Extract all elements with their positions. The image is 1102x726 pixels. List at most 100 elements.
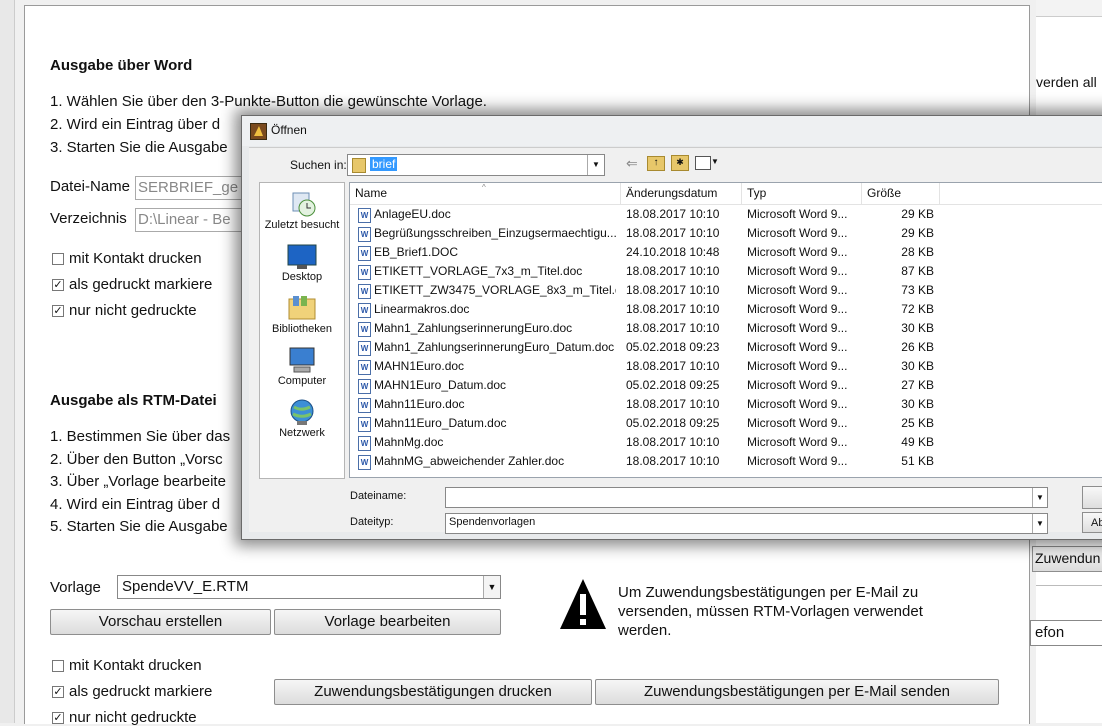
place-desktop[interactable]: Desktop [260, 241, 344, 283]
file-type: Microsoft Word 9... [747, 283, 848, 297]
file-list[interactable]: Name ^ Änderungsdatum Typ Größe W AnlageEU… [349, 182, 1102, 478]
zuwendungsbestaetigungen-email-button[interactable]: Zuwendungsbestätigungen per E-Mail sende… [595, 679, 999, 705]
chevron-down-icon[interactable]: ▼ [1032, 488, 1047, 507]
checkbox-checked[interactable]: ✓ [52, 305, 64, 318]
new-folder-icon[interactable]: ✱ [671, 155, 689, 171]
file-row[interactable]: W Mahn11Euro.doc 18.08.2017 10:10 Microsoft… [350, 395, 1102, 414]
instruction-line: 2. Über den Button „Vorsc [50, 451, 223, 468]
zuwendungsbestaetigungen-drucken-button[interactable]: Zuwendungsbestätigungen drucken [274, 679, 592, 705]
checkbox-mit-kontakt[interactable]: mit Kontakt drucken [52, 250, 202, 267]
file-row[interactable]: W MahnMg.doc 18.08.2017 10:10 Microsoft Wor… [350, 433, 1102, 452]
file-size: 30 KB [901, 397, 934, 411]
checkbox-als-gedruckt[interactable]: ✓ als gedruckt markiere [52, 276, 212, 293]
file-row[interactable]: W Mahn11Euro_Datum.doc 05.02.2018 09:25 Mic… [350, 414, 1102, 433]
file-size: 49 KB [901, 435, 934, 449]
open-button[interactable] [1082, 486, 1102, 509]
vorlage-select[interactable]: SpendeVV_E.RTM ▼ [117, 575, 501, 599]
file-rows: W AnlageEU.doc 18.08.2017 10:10 Microsoft W… [350, 205, 1102, 477]
instruction-line: 2. Wird ein Eintrag über d [50, 116, 221, 133]
dialog-titlebar[interactable]: Öffnen [242, 116, 1102, 146]
file-name: Mahn11Euro.doc [374, 397, 465, 411]
checkbox-box[interactable] [52, 660, 64, 673]
checkbox-checked[interactable]: ✓ [52, 279, 64, 292]
chevron-down-icon[interactable]: ▼ [711, 157, 719, 166]
file-type: Microsoft Word 9... [747, 454, 848, 468]
file-row[interactable]: W Mahn1_ZahlungserinnerungEuro.doc 18.08.2… [350, 319, 1102, 338]
file-row[interactable]: W ETIKETT_ZW3475_VORLAGE_8x3_m_Titel.doc 1… [350, 281, 1102, 300]
checkbox-als-gedruckt-rtm[interactable]: ✓ als gedruckt markiere [52, 683, 212, 700]
file-size: 30 KB [901, 321, 934, 335]
libraries-icon [287, 293, 317, 323]
file-type: Microsoft Word 9... [747, 226, 848, 240]
file-date: 18.08.2017 10:10 [626, 207, 720, 221]
column-header-size[interactable]: Größe [862, 183, 940, 204]
word-document-icon: W [358, 455, 371, 470]
word-document-icon: W [358, 227, 371, 242]
instruction-line: 5. Starten Sie die Ausgabe [50, 518, 228, 535]
suchen-in-label: Suchen in: [290, 158, 347, 172]
file-type: Microsoft Word 9... [747, 378, 848, 392]
checkbox-nur-nicht-gedruckte-rtm[interactable]: ✓ nur nicht gedruckte [52, 709, 197, 726]
word-document-icon: W [358, 398, 371, 413]
left-edge [0, 0, 15, 723]
file-type: Microsoft Word 9... [747, 435, 848, 449]
file-type: Microsoft Word 9... [747, 264, 848, 278]
cancel-button[interactable]: Ab [1082, 512, 1102, 533]
file-date: 18.08.2017 10:10 [626, 302, 720, 316]
file-size: 51 KB [901, 454, 934, 468]
bg-field-fragment[interactable]: efon [1030, 620, 1102, 646]
folder-up-icon[interactable]: ↑ [647, 156, 665, 171]
file-type: Microsoft Word 9... [747, 359, 848, 373]
suchen-in-select[interactable]: brief ▼ [347, 154, 605, 176]
word-document-icon: W [358, 417, 371, 432]
file-row[interactable]: W Begrüßungsschreiben_Einzugsermaechtigu.… [350, 224, 1102, 243]
dateityp-select[interactable]: Spendenvorlagen ▼ [445, 513, 1048, 534]
file-size: 87 KB [901, 264, 934, 278]
word-document-icon: W [358, 265, 371, 280]
file-row[interactable]: W Mahn1_ZahlungserinnerungEuro_Datum.doc 0… [350, 338, 1102, 357]
place-recent[interactable]: Zuletzt besucht [260, 189, 344, 231]
place-network[interactable]: Netzwerk [260, 397, 344, 439]
chevron-down-icon[interactable]: ▼ [1032, 514, 1047, 533]
word-document-icon: W [358, 436, 371, 451]
desktop-icon [287, 241, 317, 271]
file-row[interactable]: W Linearmakros.doc 18.08.2017 10:10 Microso… [350, 300, 1102, 319]
file-row[interactable]: W MahnMG_abweichender Zahler.doc 18.08.201… [350, 452, 1102, 471]
checkbox-checked[interactable]: ✓ [52, 686, 64, 699]
word-document-icon: W [358, 360, 371, 375]
verzeichnis-field[interactable]: D:\Linear - Be [135, 208, 251, 232]
back-arrow-icon[interactable]: ⇐ [626, 155, 638, 172]
checkbox-box[interactable] [52, 253, 64, 266]
file-row[interactable]: W ETIKETT_VORLAGE_7x3_m_Titel.doc 18.08.20… [350, 262, 1102, 281]
places-bar: Zuletzt besucht Desktop Bibliotheken Com… [259, 182, 345, 479]
recent-places-icon [287, 189, 317, 219]
file-date: 05.02.2018 09:23 [626, 340, 720, 354]
file-row[interactable]: W EB_Brief1.DOC 24.10.2018 10:48 Microsoft … [350, 243, 1102, 262]
file-date: 05.02.2018 09:25 [626, 378, 720, 392]
instruction-line: 4. Wird ein Eintrag über d [50, 496, 221, 513]
checkbox-mit-kontakt-rtm[interactable]: mit Kontakt drucken [52, 657, 202, 674]
file-row[interactable]: W MAHN1Euro.doc 18.08.2017 10:10 Microsoft … [350, 357, 1102, 376]
checkbox-checked[interactable]: ✓ [52, 712, 64, 725]
place-libraries[interactable]: Bibliotheken [260, 293, 344, 335]
file-row[interactable]: W MAHN1Euro_Datum.doc 05.02.2018 09:25 Micr… [350, 376, 1102, 395]
file-type: Microsoft Word 9... [747, 416, 848, 430]
column-header-name[interactable]: Name ^ [350, 183, 621, 204]
instruction-line: 1. Wählen Sie über den 3-Punkte-Button d… [50, 93, 487, 110]
column-header-type[interactable]: Typ [742, 183, 862, 204]
word-document-icon: W [358, 379, 371, 394]
datei-name-field[interactable]: SERBRIEF_ge [135, 176, 251, 200]
column-header-date[interactable]: Änderungsdatum [621, 183, 742, 204]
file-name: ETIKETT_ZW3475_VORLAGE_8x3_m_Titel.doc [374, 283, 616, 297]
place-computer[interactable]: Computer [260, 345, 344, 387]
vorschau-erstellen-button[interactable]: Vorschau erstellen [50, 609, 271, 635]
app-icon [250, 123, 267, 140]
view-menu-icon[interactable] [695, 156, 711, 170]
chevron-down-icon[interactable]: ▼ [483, 576, 500, 598]
checkbox-nur-nicht-gedruckte[interactable]: ✓ nur nicht gedruckte [52, 302, 197, 319]
bg-button-fragment[interactable]: Zuwendun [1032, 546, 1102, 572]
vorlage-bearbeiten-button[interactable]: Vorlage bearbeiten [274, 609, 501, 635]
chevron-down-icon[interactable]: ▼ [587, 155, 604, 175]
dateiname-input[interactable]: ▼ [445, 487, 1048, 508]
file-row[interactable]: W AnlageEU.doc 18.08.2017 10:10 Microsoft W… [350, 205, 1102, 224]
